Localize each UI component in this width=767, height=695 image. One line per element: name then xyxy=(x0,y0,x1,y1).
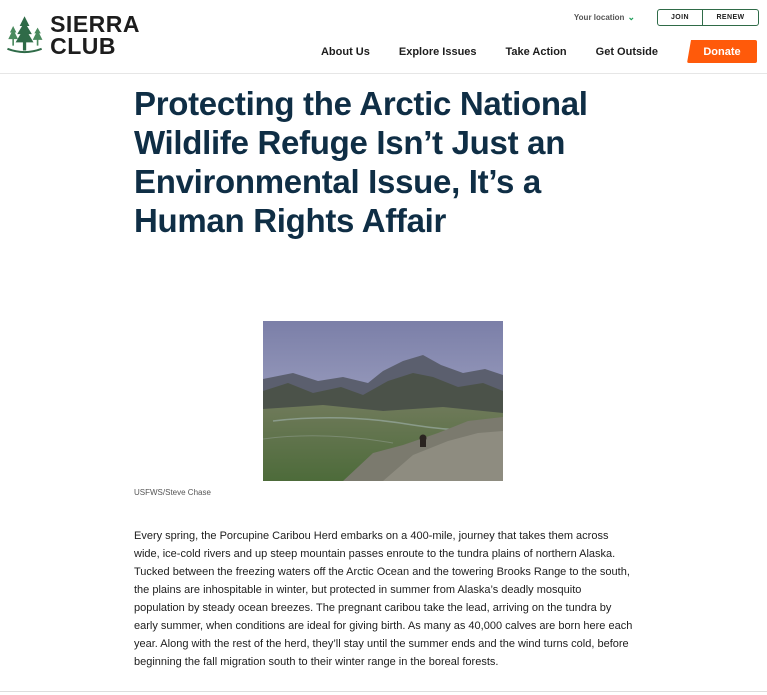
utility-bar: Your location ⌄ JOIN RENEW xyxy=(574,9,759,26)
nav-about-us[interactable]: About Us xyxy=(321,46,370,58)
nav-take-action[interactable]: Take Action xyxy=(506,46,567,58)
arctic-landscape-image xyxy=(263,321,503,481)
site-header: SIERRA CLUB Your location ⌄ JOIN RENEW A… xyxy=(0,0,767,74)
nav-get-outside[interactable]: Get Outside xyxy=(596,46,658,58)
article-photo xyxy=(263,321,503,481)
chevron-down-icon: ⌄ xyxy=(627,12,635,22)
logo-wordmark: SIERRA CLUB xyxy=(50,11,140,59)
account-links: JOIN RENEW xyxy=(657,9,759,26)
article-title: Protecting the Arctic National Wildlife … xyxy=(134,85,588,239)
logo-line-1: SIERRA xyxy=(50,11,140,37)
divider xyxy=(0,691,767,692)
sierra-club-logo[interactable]: SIERRA CLUB xyxy=(5,10,140,60)
location-label: Your location xyxy=(573,13,625,22)
renew-link[interactable]: RENEW xyxy=(703,10,758,25)
main-navigation: About Us Explore Issues Take Action Get … xyxy=(321,40,757,63)
logo-line-2: CLUB xyxy=(50,33,116,59)
article-paragraph: Every spring, the Porcupine Caribou Herd… xyxy=(134,530,633,668)
nav-explore-issues[interactable]: Explore Issues xyxy=(399,46,477,58)
sequoia-tree-icon xyxy=(7,16,43,54)
donate-button[interactable]: Donate xyxy=(687,40,757,63)
location-selector[interactable]: Your location ⌄ xyxy=(574,12,635,23)
join-link[interactable]: JOIN xyxy=(658,10,703,25)
photo-credit: USFWS/Steve Chase xyxy=(134,488,211,497)
